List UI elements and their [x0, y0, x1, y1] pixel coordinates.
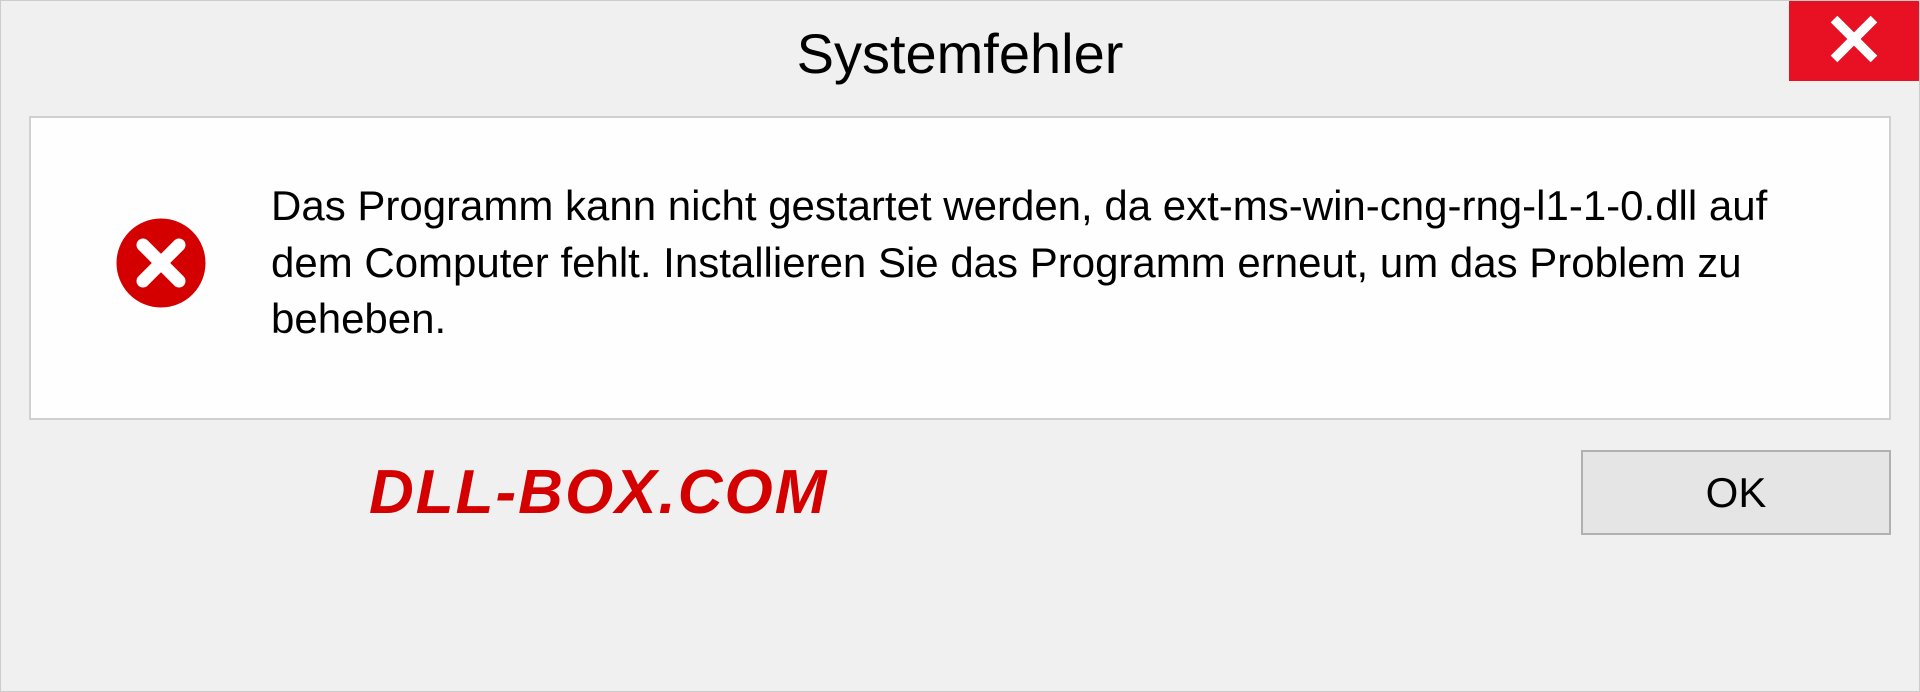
close-icon [1829, 14, 1879, 69]
watermark-text: DLL-BOX.COM [29, 457, 828, 528]
error-message: Das Programm kann nicht gestartet werden… [271, 178, 1849, 348]
dialog-footer: DLL-BOX.COM OK [1, 420, 1919, 535]
ok-button[interactable]: OK [1581, 450, 1891, 535]
dialog-title: Systemfehler [797, 21, 1124, 86]
message-panel: Das Programm kann nicht gestartet werden… [29, 116, 1891, 420]
titlebar: Systemfehler [1, 1, 1919, 91]
error-icon [111, 213, 211, 313]
close-button[interactable] [1789, 1, 1919, 81]
